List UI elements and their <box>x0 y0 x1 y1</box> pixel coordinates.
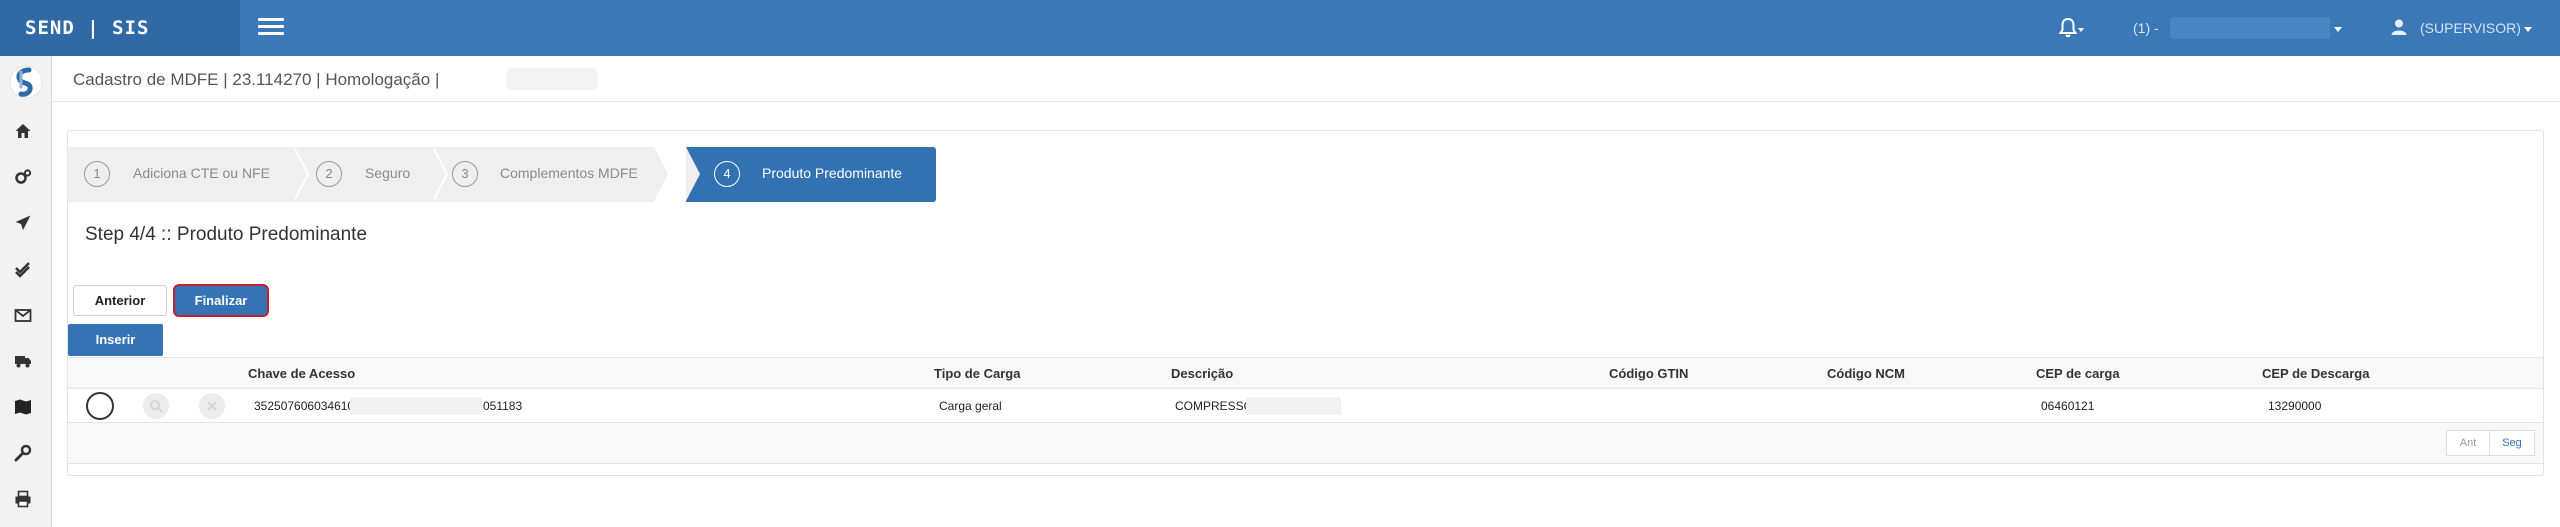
step-label: Produto Predominante <box>762 165 903 181</box>
products-table: Chave de Acesso Tipo de Carga Descrição … <box>68 357 2543 464</box>
sidebar-item-mail[interactable] <box>14 306 38 328</box>
wrench-icon <box>14 444 32 462</box>
cell-chave-redacted <box>350 397 482 415</box>
company-name-redacted <box>2170 17 2330 39</box>
page-title: Cadastro de MDFE | 23.114270 | Homologaç… <box>73 70 440 89</box>
pager-next-button[interactable]: Seg <box>2489 430 2535 456</box>
table-header: Chave de Acesso Tipo de Carga Descrição … <box>68 357 2543 389</box>
cell-cep-carga: 06460121 <box>2041 399 2095 413</box>
sidebar-item-home[interactable] <box>14 122 38 144</box>
step-label: Seguro <box>365 165 411 181</box>
page-title-redacted <box>507 68 597 90</box>
sidebar-item-tools[interactable] <box>14 444 38 466</box>
brand-logo[interactable]: SEND | SIS <box>0 0 240 56</box>
step-label: Complementos MDFE <box>500 165 638 181</box>
company-dropdown-caret-icon[interactable] <box>2334 27 2342 32</box>
user-role-menu[interactable]: (SUPERVISOR) <box>2420 0 2521 56</box>
close-icon <box>207 401 217 411</box>
sidebar-item-transport[interactable] <box>14 352 38 374</box>
pager-prev-button[interactable]: Ant <box>2446 430 2490 456</box>
hamburger-icon[interactable] <box>258 18 284 38</box>
cell-descricao-redacted <box>1246 397 1341 415</box>
anterior-button[interactable]: Anterior <box>73 285 167 316</box>
column-header-tipo[interactable]: Tipo de Carga <box>934 366 1020 381</box>
inserir-button[interactable]: Inserir <box>68 324 163 356</box>
row-view-button[interactable] <box>143 393 169 419</box>
step-number: 3 <box>452 161 478 187</box>
top-navbar: SEND | SIS (1) - (SUPERVISOR) <box>0 0 2560 56</box>
company-selector[interactable]: (1) - <box>2133 0 2159 56</box>
finalizar-button[interactable]: Finalizar <box>173 284 269 317</box>
left-sidebar <box>0 56 52 527</box>
table-footer: Ant Seg <box>68 423 2543 464</box>
cell-chave-start: 352507606034610O <box>254 399 364 413</box>
map-icon <box>15 399 31 415</box>
row-delete-button[interactable] <box>199 393 225 419</box>
truck-icon <box>15 356 31 368</box>
wizard-panel: 1 Adiciona CTE ou NFE 2 Seguro 3 Complem… <box>67 130 2544 476</box>
column-header-gtin[interactable]: Código GTIN <box>1609 366 1688 381</box>
search-icon <box>150 400 163 413</box>
wizard-step-2[interactable]: 2 Seguro <box>293 147 448 202</box>
column-header-chave[interactable]: Chave de Acesso <box>248 366 355 381</box>
sidebar-item-map[interactable] <box>14 398 38 420</box>
page-header: Cadastro de MDFE | 23.114270 | Homologaç… <box>53 56 2560 102</box>
cell-cep-descarga: 13290000 <box>2268 399 2322 413</box>
wizard-steps: 1 Adiciona CTE ou NFE 2 Seguro 3 Complem… <box>68 147 968 202</box>
user-dropdown-caret-icon[interactable] <box>2524 27 2532 32</box>
sidebar-item-settings[interactable] <box>14 168 38 190</box>
print-icon <box>15 490 31 508</box>
step-number: 1 <box>84 161 110 187</box>
user-icon[interactable] <box>2390 18 2408 36</box>
double-check-icon <box>15 262 30 278</box>
wizard-step-3[interactable]: 3 Complementos MDFE <box>432 147 670 202</box>
column-header-ncm[interactable]: Código NCM <box>1827 366 1905 381</box>
step-heading: Step 4/4 :: Produto Predominante <box>85 224 368 245</box>
column-header-descricao[interactable]: Descrição <box>1171 366 1233 381</box>
step-label: Adiciona CTE ou NFE <box>133 165 270 181</box>
bell-icon[interactable] <box>2058 16 2084 40</box>
step-number: 2 <box>316 161 342 187</box>
envelope-icon <box>14 309 32 322</box>
cell-chave-end: 051183 <box>483 399 523 413</box>
wizard-step-1[interactable]: 1 Adiciona CTE ou NFE <box>68 147 309 202</box>
sidebar-item-approvals[interactable] <box>14 260 38 282</box>
gears-icon <box>15 169 32 184</box>
column-header-cep-descarga[interactable]: CEP de Descarga <box>2262 366 2369 381</box>
app-logo-icon[interactable] <box>9 65 43 99</box>
step-number: 4 <box>714 161 740 187</box>
table-row[interactable]: 352507606034610O 051183 Carga geral COMP… <box>68 389 2543 423</box>
wizard-step-4[interactable]: 4 Produto Predominante <box>686 147 936 202</box>
column-header-cep-carga[interactable]: CEP de carga <box>2036 366 2120 381</box>
sidebar-item-send[interactable] <box>14 214 38 236</box>
home-icon <box>15 124 31 138</box>
row-select-radio[interactable] <box>86 392 114 420</box>
cell-tipo: Carga geral <box>939 399 1002 413</box>
sidebar-item-print[interactable] <box>14 490 38 512</box>
paper-plane-icon <box>15 215 31 230</box>
